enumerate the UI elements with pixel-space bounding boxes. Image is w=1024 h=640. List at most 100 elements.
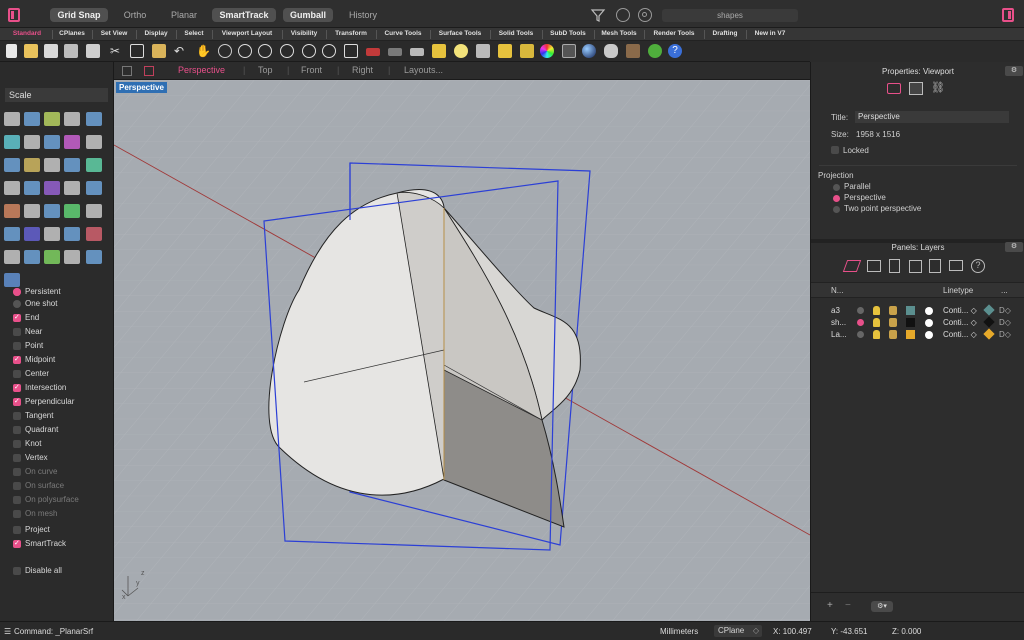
grid-snap-toggle[interactable]: Grid Snap <box>50 8 108 22</box>
fillet-curve-icon[interactable] <box>86 135 102 149</box>
viewport-title-label[interactable]: Perspective <box>116 82 167 93</box>
checkbox[interactable]: ✓ <box>13 384 21 392</box>
tab-subd-tools[interactable]: SubD Tools <box>544 28 592 40</box>
tab-standard[interactable]: Standard <box>4 28 50 40</box>
circle-icon[interactable] <box>86 112 102 126</box>
project-icon[interactable] <box>4 250 20 264</box>
perspective-viewport[interactable]: z x y Perspective <box>114 80 810 621</box>
viewport-maximize-icon[interactable] <box>144 66 154 76</box>
polygon-icon[interactable] <box>64 135 80 149</box>
target-icon[interactable] <box>638 8 652 22</box>
arc-icon[interactable] <box>4 135 20 149</box>
help-circle-icon[interactable]: ? <box>971 259 985 273</box>
print-color-icon[interactable] <box>925 307 933 315</box>
layer-color-swatch[interactable] <box>906 330 915 339</box>
tab-curve-tools[interactable]: Curve Tools <box>378 28 428 40</box>
polyline-icon[interactable] <box>44 112 60 126</box>
explode-icon[interactable] <box>4 204 20 218</box>
sweep-icon[interactable] <box>4 181 20 195</box>
split-icon[interactable] <box>64 181 80 195</box>
help-icon[interactable]: ? <box>668 44 682 58</box>
dimension-icon[interactable] <box>44 250 60 264</box>
offset-icon[interactable] <box>44 204 60 218</box>
checkbox[interactable] <box>13 370 21 378</box>
lock-icon[interactable] <box>889 330 897 339</box>
gumball-toggle[interactable]: Gumball <box>283 8 333 22</box>
projection-radio-two-point-perspective[interactable] <box>833 206 840 213</box>
undo-icon[interactable]: ↶ <box>174 44 188 58</box>
new-file-icon[interactable] <box>6 44 17 58</box>
document-icon[interactable] <box>889 259 900 273</box>
analyze-icon[interactable] <box>24 250 40 264</box>
checkbox[interactable] <box>13 482 21 490</box>
checkbox[interactable] <box>13 510 21 518</box>
checkbox[interactable] <box>13 342 21 350</box>
checkbox[interactable] <box>13 526 21 534</box>
layers-col-linetype[interactable]: Linetype <box>943 286 973 295</box>
move-icon[interactable] <box>64 204 80 218</box>
checkbox[interactable] <box>13 440 21 448</box>
print-icon[interactable] <box>64 44 78 58</box>
command-history-box[interactable]: Scale <box>5 88 108 102</box>
radio-button[interactable] <box>13 288 21 296</box>
lock-icon[interactable] <box>476 44 490 58</box>
light-bulb-icon[interactable] <box>454 44 468 58</box>
tab-cplanes[interactable]: CPlanes <box>54 28 90 40</box>
checkbox[interactable] <box>13 454 21 462</box>
monitor-icon[interactable] <box>949 260 963 271</box>
tab-set-view[interactable]: Set View <box>94 28 134 40</box>
layer-color-swatch[interactable] <box>906 318 915 327</box>
planar-toggle[interactable]: Planar <box>164 8 204 22</box>
tab-display[interactable]: Display <box>138 28 174 40</box>
sidebar-toggle-right-icon[interactable] <box>1002 8 1014 22</box>
radio-button[interactable] <box>13 300 21 308</box>
texture-icon[interactable] <box>626 44 640 58</box>
checkbox[interactable]: ✓ <box>13 314 21 322</box>
checkbox[interactable] <box>13 412 21 420</box>
checkbox[interactable] <box>13 567 21 575</box>
layers-col-more[interactable]: ... <box>1001 286 1008 295</box>
checkbox[interactable]: ✓ <box>13 398 21 406</box>
tab-select[interactable]: Select <box>178 28 210 40</box>
tab-visibility[interactable]: Visibility <box>284 28 324 40</box>
save-icon[interactable] <box>44 44 58 58</box>
lock-icon[interactable] <box>889 318 897 327</box>
paste-icon[interactable] <box>152 44 166 58</box>
sphere-icon[interactable] <box>4 158 20 172</box>
print-color-icon[interactable] <box>925 319 933 327</box>
add-layer-button[interactable]: + <box>827 601 841 611</box>
command-list-icon[interactable]: ☰ <box>4 627 11 636</box>
layer-icon[interactable] <box>498 44 512 58</box>
zoom-icon[interactable] <box>238 44 252 58</box>
light-bulb-icon[interactable] <box>873 306 880 315</box>
more-icon[interactable]: D◇ <box>999 306 1011 315</box>
tab-right[interactable]: Right <box>352 65 373 75</box>
more-icon[interactable]: D◇ <box>999 330 1011 339</box>
tab-layouts[interactable]: Layouts... <box>404 65 443 75</box>
ghosted-icon[interactable] <box>410 48 424 56</box>
layers-stack-icon[interactable] <box>842 260 862 272</box>
current-layer-radio[interactable] <box>857 307 864 314</box>
locked-checkbox[interactable] <box>831 146 839 154</box>
copy-icon[interactable] <box>86 204 102 218</box>
shaded-car-icon[interactable] <box>388 48 402 56</box>
record-history-icon[interactable] <box>616 8 630 22</box>
plugin-globe-icon[interactable] <box>648 44 662 58</box>
cube-icon[interactable] <box>909 260 922 273</box>
select-arrow-icon[interactable] <box>4 112 20 126</box>
tab-viewport-layout[interactable]: Viewport Layout <box>214 28 280 40</box>
checkbox[interactable] <box>13 328 21 336</box>
open-folder-icon[interactable] <box>24 44 38 58</box>
history-toggle[interactable]: History <box>340 8 386 22</box>
light-bulb-icon[interactable] <box>873 330 880 339</box>
layers-gear-icon[interactable]: ⚙ <box>1005 242 1023 252</box>
checkbox[interactable] <box>13 496 21 504</box>
pan-hand-icon[interactable]: ✋ <box>196 44 211 58</box>
join-icon[interactable] <box>24 204 40 218</box>
tab-front[interactable]: Front <box>301 65 322 75</box>
car-render-icon[interactable] <box>366 48 380 56</box>
loft-icon[interactable] <box>86 158 102 172</box>
box-icon[interactable] <box>24 158 40 172</box>
camera-icon[interactable] <box>887 83 901 94</box>
tab-new-in-v7[interactable]: New in V7 <box>748 28 792 40</box>
